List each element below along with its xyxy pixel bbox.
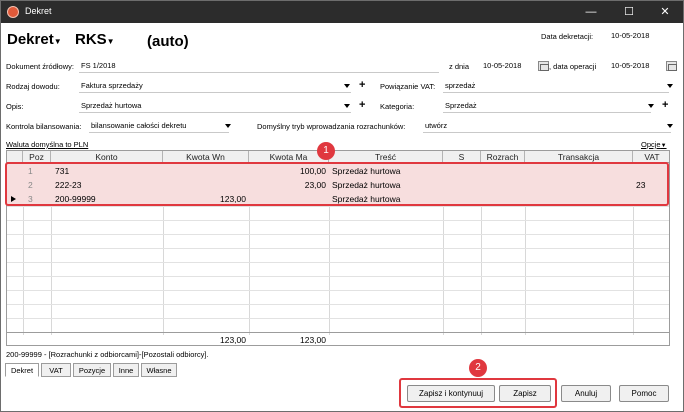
posting-date-field[interactable]: 10-05-2018	[609, 29, 671, 43]
doc-type-label: Rodzaj dowodu:	[6, 82, 60, 91]
calendar-icon[interactable]	[666, 61, 677, 71]
add-category-icon[interactable]: +	[662, 100, 668, 111]
minimize-button[interactable]: —	[573, 1, 609, 23]
settle-mode-label: Domyślny tryb wprowadzania rozrachunków:	[257, 122, 406, 131]
source-doc-field[interactable]: FS 1/2018	[79, 59, 439, 73]
date-label: Data dekretacji:	[541, 32, 594, 41]
title-bar: Dekret — ☐ ✕	[1, 1, 683, 23]
balance-select[interactable]: bilansowanie całości dekretu	[89, 119, 229, 133]
account-status-text: 200-99999 - [Rozrachunki z odbiorcami]-[…	[6, 350, 209, 359]
dekret-window: Dekret — ☐ ✕ Dekret▼ RKS▼ (auto) Data de…	[0, 0, 684, 412]
vat-link-select[interactable]: sprzedaż	[443, 79, 669, 93]
annotation-badge-2: 2	[469, 359, 487, 377]
currency-link[interactable]: Waluta domyślna to PLN	[6, 140, 88, 149]
tab-wlasne[interactable]: Własne	[141, 363, 177, 377]
doc-type-select[interactable]: Faktura sprzedaży	[79, 79, 351, 93]
chevron-down-icon[interactable]	[225, 124, 231, 128]
tab-dekret[interactable]: Dekret	[5, 363, 39, 377]
chevron-down-icon: ▼	[53, 37, 62, 46]
chevron-down-icon[interactable]	[344, 104, 350, 108]
auto-label: (auto)	[147, 33, 189, 50]
add-doc-type-icon[interactable]: +	[359, 80, 365, 91]
options-menu[interactable]: Opcje▼	[641, 140, 667, 149]
from-date-field[interactable]: 10-05-2018	[481, 59, 533, 73]
op-date-field[interactable]: 10-05-2018	[609, 59, 661, 73]
settle-mode-select[interactable]: utwórz	[423, 119, 671, 133]
chevron-down-icon: ▼	[106, 37, 115, 46]
total-ma: 123,00	[300, 335, 326, 345]
app-icon	[7, 6, 19, 18]
tab-inne[interactable]: Inne	[113, 363, 139, 377]
register-dropdown[interactable]: RKS▼	[75, 31, 115, 48]
calendar-icon[interactable]	[538, 61, 549, 71]
help-button[interactable]: Pomoc	[619, 385, 669, 402]
add-desc-icon[interactable]: +	[359, 100, 365, 111]
type-label: Dekret	[7, 31, 54, 48]
highlight-box-entries	[5, 162, 669, 206]
total-wn: 123,00	[220, 335, 246, 345]
balance-label: Kontrola bilansowania:	[6, 122, 82, 131]
totals-row: 123,00 123,00	[7, 333, 669, 345]
desc-select[interactable]: Sprzedaż hurtowa	[79, 99, 351, 113]
chevron-down-icon[interactable]	[667, 84, 673, 88]
chevron-down-icon[interactable]	[648, 104, 654, 108]
highlight-box-save-buttons	[399, 378, 557, 408]
maximize-button[interactable]: ☐	[611, 1, 647, 23]
tab-vat[interactable]: VAT	[41, 363, 71, 377]
source-doc-label: Dokument źródłowy:	[6, 62, 74, 71]
window-title: Dekret	[25, 6, 52, 16]
close-button[interactable]: ✕	[647, 1, 683, 23]
register-label: RKS	[75, 31, 107, 48]
tab-pozycje[interactable]: Pozycje	[73, 363, 111, 377]
desc-label: Opis:	[6, 102, 24, 111]
cancel-button[interactable]: Anuluj	[561, 385, 611, 402]
type-dropdown[interactable]: Dekret▼	[7, 31, 62, 48]
options-label: Opcje	[641, 140, 661, 149]
annotation-badge-1: 1	[317, 142, 335, 160]
chevron-down-icon: ▼	[660, 143, 667, 149]
vat-link-label: Powiązanie VAT:	[380, 82, 436, 91]
chevron-down-icon[interactable]	[667, 124, 673, 128]
category-label: Kategoria:	[380, 102, 415, 111]
from-date-label: z dnia	[449, 62, 470, 71]
chevron-down-icon[interactable]	[344, 84, 350, 88]
category-select[interactable]: Sprzedaż	[443, 99, 651, 113]
op-date-label: , data operacji	[549, 62, 597, 71]
